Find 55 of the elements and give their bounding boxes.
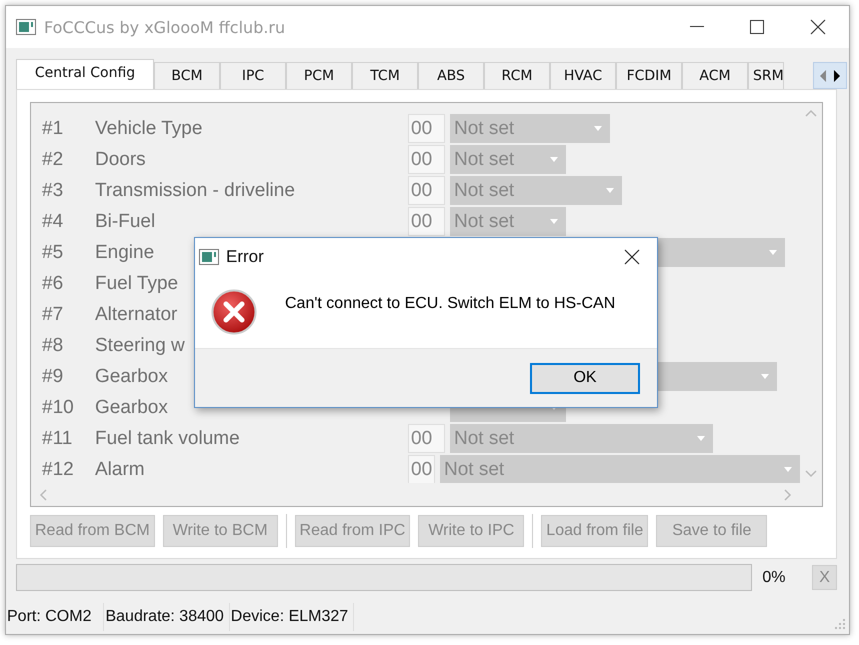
row-number: #6 (41, 272, 64, 294)
scroll-up-icon[interactable] (805, 109, 817, 117)
row-number: #5 (41, 242, 64, 264)
row-number: #8 (41, 334, 64, 356)
window-title: FoCCCus by xGloooM ffclub.ru (44, 18, 286, 36)
row-label: Engine (95, 242, 154, 262)
tab[interactable]: IPC (220, 62, 286, 89)
app-icon (199, 249, 219, 265)
row-label: Doors (95, 148, 146, 170)
status-item: Baudrate: 38400 (104, 603, 230, 631)
tab[interactable]: ACM (682, 62, 748, 89)
tab[interactable]: BCM (154, 62, 220, 89)
scroll-right-icon[interactable] (832, 68, 842, 82)
tab[interactable]: ABS (418, 62, 484, 89)
app-icon (16, 19, 36, 35)
row-number: #9 (41, 366, 64, 388)
scroll-down-icon[interactable] (805, 470, 817, 478)
resize-grip-icon[interactable] (835, 619, 845, 629)
error-message: Can't connect to ECU. Switch ELM to HS-CAN (285, 295, 616, 313)
row-label: Gearbox (95, 366, 168, 386)
row-number: #12 (41, 458, 75, 480)
tab[interactable]: Central Config (16, 59, 154, 89)
row-number: #3 (41, 180, 64, 202)
close-icon[interactable] (810, 19, 826, 35)
row-number: #10 (41, 396, 75, 418)
dialog-title: Error (226, 247, 264, 267)
status-item: Port: COM2 (6, 603, 104, 631)
row-number: #1 (41, 118, 64, 140)
tab[interactable]: SRM (748, 62, 784, 89)
row-label: Fuel Type (95, 272, 178, 294)
row-label: Steering w (95, 334, 185, 356)
row-number: #11 (41, 428, 74, 450)
row-label: Bi-Fuel (95, 210, 156, 232)
close-icon[interactable] (624, 249, 640, 265)
status-item: Device: ELM327 (230, 603, 354, 631)
tab[interactable]: PCM (286, 62, 352, 89)
tab[interactable]: HVAC (550, 62, 616, 89)
scroll-left-icon[interactable] (39, 489, 47, 501)
error-icon (211, 289, 257, 335)
row-label: Vehicle Type (95, 118, 202, 138)
maximize-icon[interactable] (750, 20, 764, 34)
tab[interactable]: FCDIM (616, 62, 682, 89)
row-number: #4 (41, 210, 64, 232)
row-label: Alternator (95, 304, 178, 324)
row-number: #2 (41, 148, 64, 170)
progress-percent: 0% (762, 568, 787, 586)
ok-button[interactable]: OK (530, 362, 640, 394)
minimize-icon[interactable] (690, 26, 704, 28)
row-label: Gearbox (95, 396, 168, 418)
row-label: Transmission - driveline (95, 180, 295, 200)
tab[interactable]: TCM (352, 62, 418, 89)
row-number: #7 (41, 304, 64, 326)
row-label: Fuel tank volume (95, 428, 240, 448)
tab[interactable]: RCM (484, 62, 550, 89)
row-label: Alarm (95, 458, 145, 480)
